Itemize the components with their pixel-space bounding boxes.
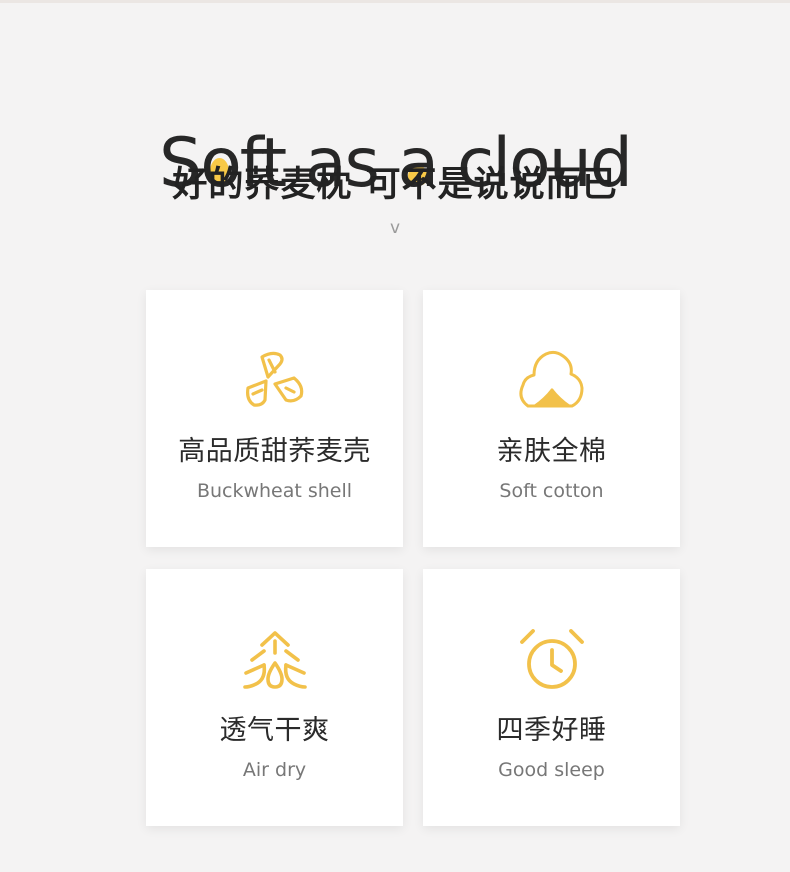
buckwheat-shell-icon	[246, 351, 304, 407]
feature-title: 亲肤全棉	[496, 436, 607, 467]
feature-card-air-dry: 透气干爽 Air dry	[146, 569, 403, 826]
top-divider-strip	[0, 0, 790, 3]
feature-title: 高品质甜荞麦壳	[178, 436, 371, 467]
alarm-clock-icon	[520, 629, 584, 689]
feature-subtitle: Buckwheat shell	[196, 480, 353, 502]
scroll-down-chevron: v	[389, 218, 401, 238]
feature-card-cotton: 亲肤全棉 Soft cotton	[423, 290, 680, 547]
feature-title: 四季好睡	[496, 715, 607, 746]
feature-card-buckwheat: 高品质甜荞麦壳 Buckwheat shell	[146, 290, 403, 547]
feature-subtitle: Good sleep	[498, 759, 605, 781]
feature-subtitle: Soft cotton	[499, 480, 604, 502]
subheadline: 好的荞麦枕 可不是说说而已	[172, 165, 618, 205]
air-flow-icon	[243, 631, 307, 689]
feature-title: 透气干爽	[219, 715, 330, 746]
cotton-boll-icon	[519, 350, 584, 408]
feature-subtitle: Air dry	[242, 759, 307, 781]
feature-card-good-sleep: 四季好睡 Good sleep	[423, 569, 680, 826]
